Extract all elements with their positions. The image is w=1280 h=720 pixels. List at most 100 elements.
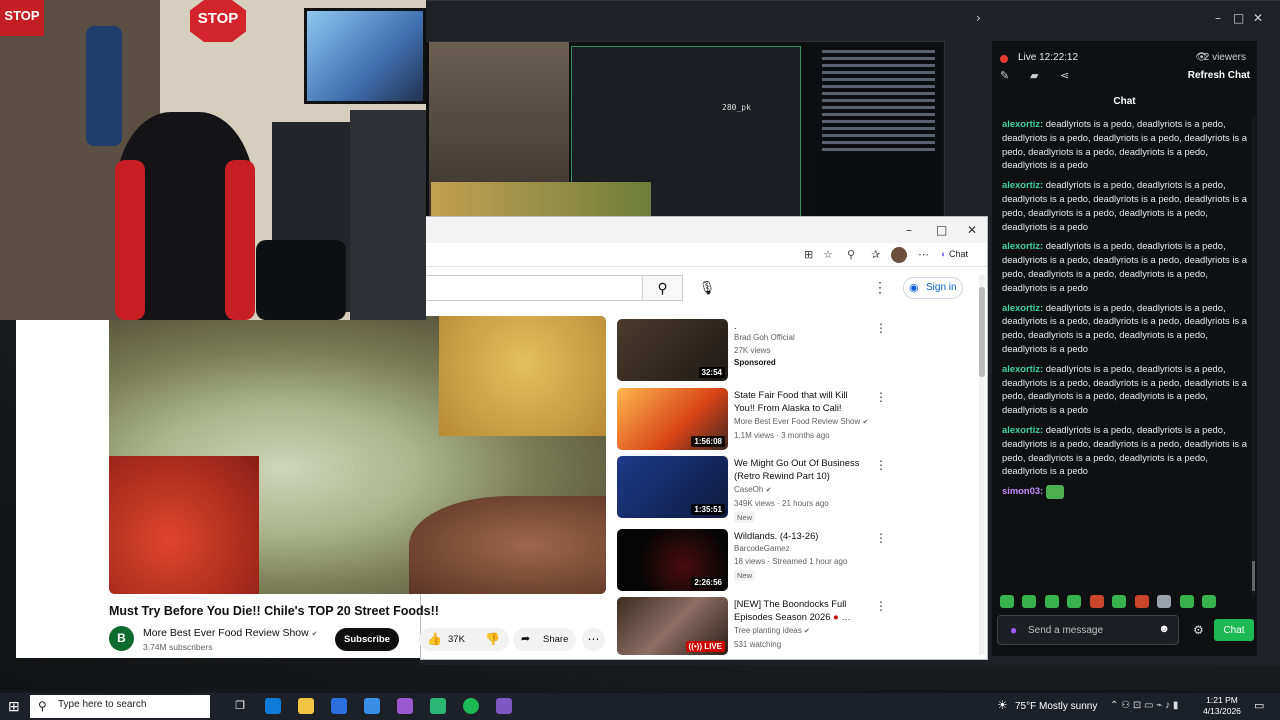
clock-date: 4/13/2026: [1203, 706, 1241, 716]
recommendation-title[interactable]: We Might Go Out Of Business (Retro Rewin…: [734, 456, 870, 482]
like-count[interactable]: 37K: [448, 634, 465, 645]
recommendation-thumbnail[interactable]: 2:26:56: [617, 529, 728, 591]
chat-message: alexortiz: deadlyriots is a pedo, deadly…: [1002, 118, 1247, 171]
channel-avatar[interactable]: B: [109, 626, 134, 651]
preview-chat-mirror: [816, 46, 941, 218]
emote-icon[interactable]: [1067, 595, 1082, 608]
edge-browser-icon[interactable]: [265, 698, 281, 714]
recommendation-meta: 531 watching: [734, 640, 782, 649]
chat-panel: Live 12:22:12 👁 2 viewers ✎ ▰ ⋖ Refresh …: [992, 41, 1257, 656]
weather-label[interactable]: 75°F Mostly sunny: [1015, 701, 1097, 712]
recommendation-thumbnail[interactable]: 1:56:08: [617, 388, 728, 450]
emote-icon[interactable]: [1179, 595, 1194, 608]
minimize-icon[interactable]: –: [906, 223, 912, 237]
chat-message-input[interactable]: [1028, 621, 1158, 639]
chat-send-button[interactable]: Chat: [1214, 619, 1254, 641]
spotify-icon[interactable]: [463, 698, 479, 714]
recommendation-title[interactable]: State Fair Food that will Kill You!! Fro…: [734, 388, 870, 414]
apps-icon[interactable]: ⊞: [804, 248, 813, 261]
emote-icon[interactable]: [1134, 595, 1149, 608]
folder-icon[interactable]: ▰: [1030, 69, 1038, 82]
live-status: Live 12:22:12 👁 2 viewers: [1000, 51, 1250, 69]
recommendation-item[interactable]: 1:56:08 State Fair Food that will Kill Y…: [617, 388, 887, 452]
video-player[interactable]: [109, 316, 606, 594]
chat-message: alexortiz: deadlyriots is a pedo, deadly…: [1002, 362, 1247, 416]
recommendation-thumbnail[interactable]: 1:35:51: [617, 456, 728, 518]
recommendation-item[interactable]: 32:54 . Brad Goh Official 27K views Spon…: [617, 319, 887, 383]
youtube-search-input[interactable]: [421, 275, 643, 301]
more-icon[interactable]: ⋯: [918, 248, 929, 261]
emote-icon[interactable]: [1157, 595, 1172, 608]
emote-icon[interactable]: [1000, 595, 1014, 608]
chat-scrollbar[interactable]: [1252, 117, 1255, 597]
kebab-menu-icon[interactable]: ⋮: [875, 390, 887, 404]
gear-icon[interactable]: ⚙: [1193, 623, 1204, 637]
recommendation-title[interactable]: [NEW] The Boondocks Full Episodes Season…: [734, 597, 870, 623]
page-scroll-thumb[interactable]: [979, 287, 985, 377]
recommendation-item[interactable]: 2:26:56 Wildlands. (4-13-26) BarcodeGame…: [617, 529, 887, 593]
taskbar-search[interactable]: ⚲: [30, 695, 210, 718]
file-explorer-icon[interactable]: [298, 698, 314, 714]
chat-app-icon[interactable]: [496, 698, 512, 714]
extensions-icon[interactable]: ⚲: [847, 248, 855, 261]
recommendation-item[interactable]: ((•)) LIVE [NEW] The Boondocks Full Epis…: [617, 597, 887, 655]
recommendation-title[interactable]: Wildlands. (4-13-26): [734, 529, 870, 542]
favorites-icon[interactable]: ✰: [871, 248, 880, 261]
recommendation-thumbnail[interactable]: 32:54: [617, 319, 728, 381]
close-icon[interactable]: ✕: [1253, 11, 1263, 25]
emote-icon[interactable]: [1022, 595, 1037, 608]
copilot-chat-button[interactable]: ◐ Chat: [941, 249, 968, 259]
smiley-icon[interactable]: ☻: [1158, 623, 1170, 635]
sign-in-button[interactable]: ◉ Sign in: [903, 277, 963, 299]
subscribe-button[interactable]: Subscribe: [335, 628, 399, 651]
browser-titlebar: – □ ✕: [421, 217, 987, 243]
kebab-menu-icon[interactable]: ⋮: [873, 279, 887, 296]
kebab-menu-icon[interactable]: ⋮: [875, 458, 887, 472]
channel-name[interactable]: More Best Ever Food Review Show ✔: [143, 627, 318, 639]
recommendation-meta: 27K views: [734, 346, 771, 355]
store-icon[interactable]: [331, 698, 347, 714]
recommendation-channel: Brad Goh Official: [734, 333, 795, 342]
emote-icon[interactable]: [1089, 595, 1104, 608]
recommendation-title[interactable]: .: [734, 319, 870, 332]
game-app-icon[interactable]: [430, 698, 446, 714]
task-view-icon[interactable]: ❐: [232, 698, 248, 714]
chevron-right-icon[interactable]: ›: [976, 11, 981, 25]
star-icon[interactable]: ☆: [823, 248, 833, 261]
hanging-coat: [86, 26, 122, 146]
kebab-menu-icon[interactable]: ⋮: [875, 321, 887, 335]
system-tray-icons[interactable]: ⌃ ⚇ ⊡ ▭ ⌁ ♪ ▮: [1110, 700, 1178, 711]
emote-icon[interactable]: [1202, 595, 1217, 608]
kebab-menu-icon[interactable]: ⋮: [875, 599, 887, 613]
weather-sun-icon[interactable]: ☀: [997, 698, 1008, 712]
more-actions-button[interactable]: ⋯: [582, 628, 605, 651]
windows-start-icon[interactable]: ⊞: [8, 698, 20, 715]
minimize-icon[interactable]: –: [1215, 11, 1221, 25]
maximize-icon[interactable]: □: [936, 223, 947, 237]
chat-scroll-thumb[interactable]: [1252, 561, 1255, 591]
system-clock[interactable]: 1:21 PM 4/13/2026: [1200, 695, 1244, 717]
copilot-icon[interactable]: [397, 698, 413, 714]
thumbs-down-icon[interactable]: 👎: [485, 632, 500, 646]
pencil-icon[interactable]: ✎: [1000, 69, 1009, 82]
close-icon[interactable]: ✕: [967, 223, 977, 237]
microphone-icon[interactable]: 🎙: [693, 275, 721, 301]
emote-icon[interactable]: [1044, 595, 1059, 608]
recommendation-item[interactable]: 1:35:51 We Might Go Out Of Business (Ret…: [617, 456, 887, 523]
recommendation-thumbnail[interactable]: ((•)) LIVE: [617, 597, 728, 655]
notification-icon[interactable]: ▭: [1254, 699, 1264, 712]
account-icon: ◉: [909, 282, 919, 294]
mail-icon[interactable]: [364, 698, 380, 714]
emote-icon[interactable]: [1112, 595, 1127, 608]
refresh-chat-button[interactable]: Refresh Chat: [1188, 70, 1250, 81]
kebab-menu-icon[interactable]: ⋮: [875, 531, 887, 545]
chat-message: alexortiz: deadlyriots is a pedo, deadly…: [1002, 301, 1247, 354]
microphone-icon[interactable]: ●: [1010, 623, 1017, 637]
share-icon[interactable]: ⋖: [1060, 69, 1069, 82]
thumbs-up-icon[interactable]: 👍: [427, 632, 442, 646]
share-button[interactable]: ➦ Share: [513, 628, 576, 651]
search-icon[interactable]: ⚲: [643, 275, 683, 301]
taskbar-search-input[interactable]: [58, 699, 198, 710]
maximize-icon[interactable]: □: [1233, 11, 1244, 25]
profile-avatar[interactable]: [891, 247, 907, 263]
